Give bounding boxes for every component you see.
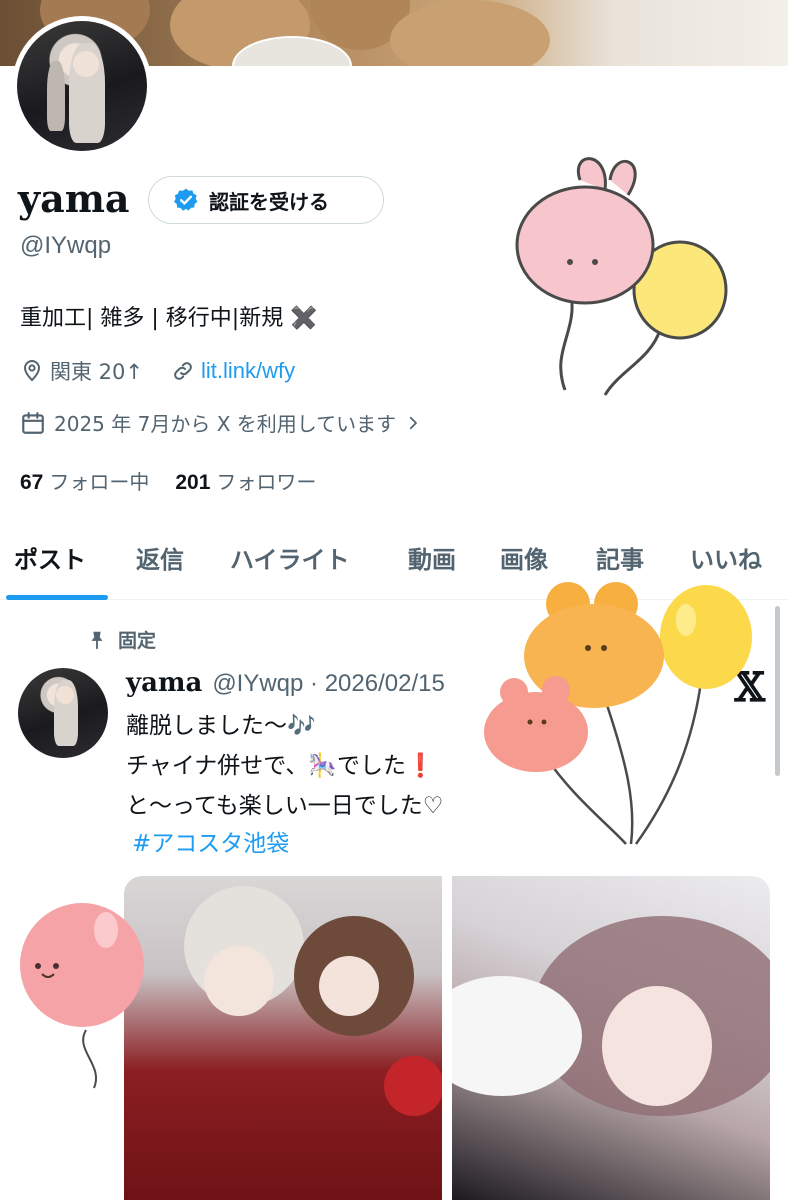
following-label: フォロー中 — [49, 470, 150, 494]
tab-replies[interactable]: 返信 — [136, 540, 184, 575]
post-author-avatar[interactable] — [18, 668, 108, 758]
tab-articles[interactable]: 記事 — [596, 540, 644, 575]
post-image-2[interactable] — [452, 876, 770, 1200]
get-verified-label: 認証を受ける — [209, 189, 329, 214]
balloon-sticker-icon — [510, 150, 740, 400]
get-verified-button[interactable]: 認証を受ける — [148, 176, 384, 224]
profile-handle: @IYwqp — [20, 232, 112, 259]
calendar-icon — [20, 410, 46, 436]
pin-icon — [86, 629, 108, 651]
active-tab-indicator — [6, 595, 108, 600]
tab-media[interactable]: 画像 — [500, 540, 548, 575]
tab-videos[interactable]: 動画 — [408, 540, 456, 575]
post-image-1[interactable] — [124, 876, 442, 1200]
profile-avatar[interactable] — [12, 16, 152, 156]
profile-bio: 重加工| 雑多 | 移行中|新規 ✖️ — [20, 306, 318, 331]
tab-highlights[interactable]: ハイライト — [230, 540, 350, 575]
following-link[interactable]: 67 フォロー中 — [20, 466, 149, 495]
post-header: yama @IYwqp · 2026/02/15 — [126, 668, 445, 698]
profile-location: 関東 20↑ — [50, 360, 143, 384]
follow-stats: 67 フォロー中 201 フォロワー — [20, 466, 316, 495]
chevron-right-icon — [404, 414, 422, 432]
link-icon — [171, 359, 195, 383]
followers-label: フォロワー — [216, 470, 317, 494]
pinned-label: 固定 — [118, 630, 157, 652]
location-pin-icon — [20, 359, 44, 383]
tab-posts[interactable]: ポスト — [14, 540, 86, 575]
post-handle-date[interactable]: @IYwqp · 2026/02/15 — [212, 670, 445, 698]
followers-count: 201 — [175, 471, 211, 494]
post-text-line-2: チャイナ併せで、🎠でした❗️ — [126, 753, 435, 779]
profile-joined[interactable]: 2025 年 7月から X を利用しています — [20, 408, 422, 437]
balloon-sticker-icon — [476, 582, 756, 852]
profile-meta: 関東 20↑ lit.link/wfy — [20, 356, 323, 386]
post-author-name[interactable]: yama — [126, 668, 202, 698]
post-text-line-1: 離脱しました〜🎶 — [126, 713, 316, 739]
profile-website-link[interactable]: lit.link/wfy — [201, 358, 295, 384]
verified-badge-icon — [173, 187, 199, 213]
post-hashtag[interactable]: #アコスタ池袋 — [132, 824, 289, 858]
pinned-indicator: 固定 — [86, 626, 156, 653]
joined-text: 2025 年 7月から X を利用しています — [54, 412, 397, 436]
following-count: 67 — [20, 471, 44, 494]
balloon-sticker-icon — [14, 900, 164, 1090]
scrollbar[interactable] — [775, 606, 780, 776]
profile-name: yama — [18, 176, 130, 221]
post-text-line-3: と〜っても楽しい一日でした♡ — [126, 793, 444, 819]
tab-likes[interactable]: いいね — [690, 540, 762, 575]
followers-link[interactable]: 201 フォロワー — [175, 466, 316, 495]
